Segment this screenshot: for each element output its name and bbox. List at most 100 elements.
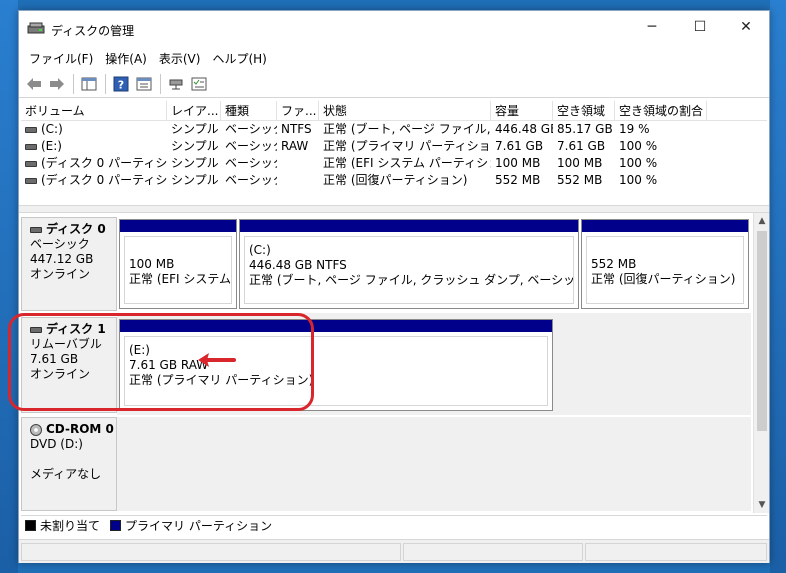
desktop-background-left: [0, 0, 18, 573]
close-button[interactable]: ✕: [723, 11, 769, 43]
column-header-type[interactable]: 種類: [221, 101, 277, 120]
scroll-down-arrow-icon[interactable]: ▼: [754, 497, 770, 513]
maximize-button[interactable]: ☐: [677, 11, 723, 43]
menu-help[interactable]: ヘルプ(H): [206, 50, 272, 67]
legend-unallocated-label: 未割り当て: [40, 519, 101, 533]
forward-arrow-icon: [50, 77, 64, 90]
toolbar-separator: [105, 73, 106, 94]
status-segment: [585, 543, 767, 561]
partition-color-bar: [582, 220, 748, 232]
type-cell: ベーシック: [225, 173, 277, 187]
minimize-button[interactable]: ─: [629, 11, 675, 43]
toolbar-separator: [73, 73, 74, 94]
back-button[interactable]: [23, 73, 45, 95]
capacity-cell: 7.61 GB: [495, 139, 544, 153]
highlight-annotation: [8, 313, 314, 411]
percent-free-cell: 19 %: [619, 122, 650, 136]
disk-status: オンライン: [30, 267, 91, 281]
percent-free-cell: 100 %: [619, 173, 658, 187]
free-space-cell: 552 MB: [557, 173, 603, 187]
table-row[interactable]: (E:) シンプル ベーシック RAW 正常 (プライマリ パーティション) 7…: [21, 138, 767, 155]
status-cell: 正常 (プライマリ パーティション): [323, 139, 491, 153]
partition-efi[interactable]: 100 MB 正常 (EFI システム パー: [119, 219, 237, 309]
partition-status: 正常 (回復パーティション): [591, 272, 736, 286]
partition-c[interactable]: (C:) 446.48 GB NTFS 正常 (ブート, ページ ファイル, ク…: [239, 219, 579, 309]
volume-name-cell: (ディスク 0 パーティション 4): [21, 172, 167, 189]
connect-button[interactable]: [165, 73, 187, 95]
partition-color-bar: [240, 220, 578, 232]
column-header-filesystem[interactable]: ファ...: [277, 101, 319, 120]
connect-icon: [169, 79, 183, 89]
cdrom-row-background: [117, 417, 751, 511]
legend-primary-label: プライマリ パーティション: [125, 519, 273, 533]
column-header-volume[interactable]: ボリューム: [21, 101, 167, 120]
status-bar: [19, 539, 769, 563]
menu-view[interactable]: 表示(V): [153, 50, 207, 67]
toolbar: ?: [19, 70, 769, 98]
filesystem-cell: RAW: [281, 139, 309, 153]
table-row[interactable]: (ディスク 0 パーティション 4) シンプル ベーシック 正常 (回復パーティ…: [21, 172, 767, 189]
properties-icon: [136, 77, 152, 90]
vertical-scrollbar[interactable]: ▲ ▼: [753, 213, 769, 513]
status-segment: [403, 543, 583, 561]
filesystem-cell: NTFS: [281, 122, 312, 136]
status-cell: 正常 (ブート, ページ ファイル, クラ...: [323, 122, 491, 136]
layout-cell: シンプル: [171, 122, 219, 136]
disk-size: 447.12 GB: [30, 252, 94, 266]
pane-splitter[interactable]: [19, 205, 769, 213]
partition-info: (C:) 446.48 GB NTFS 正常 (ブート, ページ ファイル, ク…: [244, 236, 574, 304]
title-bar: ディスクの管理 ─ ☐ ✕: [19, 11, 769, 47]
scroll-up-arrow-icon[interactable]: ▲: [754, 213, 770, 229]
disk-type: DVD (D:): [30, 437, 83, 451]
help-button[interactable]: ?: [110, 73, 132, 95]
menu-action[interactable]: 操作(A): [99, 50, 153, 67]
type-cell: ベーシック: [225, 139, 277, 153]
forward-button[interactable]: [46, 73, 68, 95]
disk-management-app-icon: [27, 22, 45, 34]
window-title: ディスクの管理: [51, 24, 135, 38]
volume-name: (E:): [41, 139, 62, 153]
menu-bar: ファイル(F) 操作(A) 表示(V) ヘルプ(H): [19, 47, 769, 69]
free-space-cell: 7.61 GB: [557, 139, 606, 153]
partition-color-bar: [120, 220, 236, 232]
partition-status: 正常 (ブート, ページ ファイル, クラッシュ ダンプ, ベーシック データ …: [249, 273, 574, 287]
partition-size: 552 MB: [591, 257, 637, 271]
percent-free-cell: 100 %: [619, 156, 658, 170]
status-cell: 正常 (回復パーティション): [323, 173, 468, 187]
volume-list-header: ボリューム レイア... 種類 ファ... 状態 容量 空き領域 空き領域の割合: [21, 101, 767, 121]
disk-management-window: ディスクの管理 ─ ☐ ✕ ファイル(F) 操作(A) 表示(V) ヘルプ(H)…: [18, 10, 770, 563]
properties-button[interactable]: [133, 73, 155, 95]
type-cell: ベーシック: [225, 122, 277, 136]
disk-type: ベーシック: [30, 237, 90, 251]
volume-name: (C:): [41, 122, 63, 136]
disk-icon: [30, 226, 42, 233]
column-header-status[interactable]: 状態: [319, 101, 491, 120]
layout-cell: シンプル: [171, 173, 219, 187]
partition-title: (C:): [249, 243, 271, 257]
red-arrow-annotation-icon: [198, 353, 236, 367]
table-row[interactable]: (ディスク 0 パーティション 1) シンプル ベーシック 正常 (EFI シス…: [21, 155, 767, 172]
show-hide-console-tree-button[interactable]: [78, 73, 100, 95]
cdrom-0-label[interactable]: CD-ROM 0 DVD (D:) メディアなし: [21, 417, 117, 511]
capacity-cell: 100 MB: [495, 156, 541, 170]
partition-recovery[interactable]: 552 MB 正常 (回復パーティション): [581, 219, 749, 309]
table-row[interactable]: (C:) シンプル ベーシック NTFS 正常 (ブート, ページ ファイル, …: [21, 121, 767, 138]
column-header-percent-free[interactable]: 空き領域の割合: [615, 101, 707, 120]
scrollbar-thumb[interactable]: [757, 231, 767, 431]
column-header-capacity[interactable]: 容量: [491, 101, 553, 120]
volume-name-cell: (ディスク 0 パーティション 1): [21, 155, 167, 172]
menu-file[interactable]: ファイル(F): [23, 50, 99, 67]
cd-rom-icon: [30, 423, 42, 436]
disk-name: CD-ROM 0: [46, 422, 114, 436]
toolbar-separator: [160, 73, 161, 94]
disk-status: メディアなし: [30, 467, 102, 481]
column-header-free-space[interactable]: 空き領域: [553, 101, 615, 120]
volume-list: ボリューム レイア... 種類 ファ... 状態 容量 空き領域 空き領域の割合…: [21, 101, 767, 201]
primary-partition-swatch: [110, 520, 122, 531]
partition-legend: 未割り当て プライマリ パーティション: [21, 515, 767, 535]
console-tree-icon: [81, 77, 97, 90]
checklist-button[interactable]: [188, 73, 210, 95]
filesystem-cell: [277, 172, 319, 189]
disk-0-label[interactable]: ディスク 0 ベーシック 447.12 GB オンライン: [21, 217, 117, 311]
column-header-layout[interactable]: レイア...: [167, 101, 221, 120]
